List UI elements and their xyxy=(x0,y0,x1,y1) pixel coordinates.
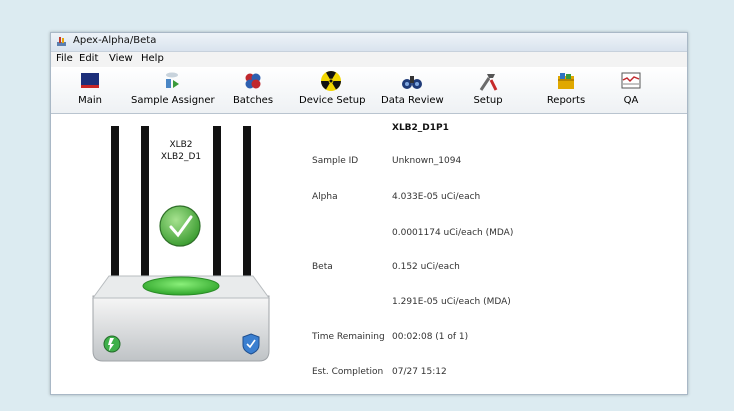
toolbar-reports-button[interactable]: Reports xyxy=(543,70,589,110)
toolbar-reports-label: Reports xyxy=(546,95,586,106)
status-ok-icon xyxy=(159,205,201,247)
toolbar-device-setup-button[interactable]: Device Setup xyxy=(299,70,366,110)
toolbar-sample-assigner-button[interactable]: Sample Assigner xyxy=(131,70,215,110)
menu-help[interactable]: Help xyxy=(141,53,164,64)
main-content: XLB2 XLB2_D1 XLB2_D1P1 Sample ID Unknown… xyxy=(51,114,687,394)
radiation-icon xyxy=(321,71,341,91)
time-remaining-label: Time Remaining xyxy=(312,332,385,342)
toolbar-data-review-button[interactable]: Data Review xyxy=(381,70,444,110)
qa-chart-icon xyxy=(621,72,641,89)
tools-icon xyxy=(479,74,498,91)
alpha-label: Alpha xyxy=(312,192,338,202)
menu-file[interactable]: File xyxy=(56,53,73,64)
alpha-mda-value: 0.0001174 uCi/each (MDA) xyxy=(392,228,514,238)
device-illustration xyxy=(92,126,270,362)
toolbar-main-button[interactable]: Main xyxy=(72,70,108,110)
beta-label: Beta xyxy=(312,262,333,272)
alpha-value: 4.033E-05 uCi/each xyxy=(392,192,481,202)
toolbar-batches-label: Batches xyxy=(232,95,274,106)
binoculars-icon xyxy=(402,76,422,89)
main-icon xyxy=(81,73,99,88)
menu-bar: File Edit View Help xyxy=(51,52,687,67)
toolbar-batches-button[interactable]: Batches xyxy=(231,70,275,110)
sample-id-value: Unknown_1094 xyxy=(392,156,462,166)
menu-edit[interactable]: Edit xyxy=(79,53,98,64)
toolbar: Main Sample Assigner Batches Device Setu… xyxy=(51,67,687,114)
toolbar-device-setup-label: Device Setup xyxy=(299,95,366,106)
device-name: XLB2 xyxy=(169,140,193,150)
window-title: Apex-Alpha/Beta xyxy=(73,35,157,46)
app-window: Apex-Alpha/Beta File Edit View Help Main… xyxy=(50,32,688,395)
reports-icon xyxy=(558,73,574,89)
toolbar-qa-button[interactable]: QA xyxy=(617,70,645,110)
time-remaining-value: 00:02:08 (1 of 1) xyxy=(392,332,469,342)
sample-id-label: Sample ID xyxy=(312,156,359,166)
beta-value: 0.152 uCi/each xyxy=(392,262,460,272)
toolbar-setup-button[interactable]: Setup xyxy=(471,70,505,110)
est-completion-value: 07/27 15:12 xyxy=(392,367,447,377)
toolbar-setup-label: Setup xyxy=(473,95,503,106)
power-icon[interactable] xyxy=(103,335,121,353)
toolbar-sample-assigner-label: Sample Assigner xyxy=(131,95,215,106)
device-sub-name: XLB2_D1 xyxy=(160,152,202,162)
menu-view[interactable]: View xyxy=(109,53,133,64)
shield-check-icon xyxy=(242,333,260,355)
sample-assigner-icon xyxy=(166,72,179,88)
toolbar-qa-label: QA xyxy=(623,95,639,106)
detector-heading: XLB2_D1P1 xyxy=(392,123,449,133)
beta-mda-value: 1.291E-05 uCi/each (MDA) xyxy=(392,297,511,307)
est-completion-label: Est. Completion xyxy=(312,367,384,377)
title-bar: Apex-Alpha/Beta xyxy=(51,33,687,52)
toolbar-data-review-label: Data Review xyxy=(381,95,444,106)
batches-icon xyxy=(245,73,261,89)
toolbar-main-label: Main xyxy=(78,95,102,106)
app-icon xyxy=(57,37,66,46)
